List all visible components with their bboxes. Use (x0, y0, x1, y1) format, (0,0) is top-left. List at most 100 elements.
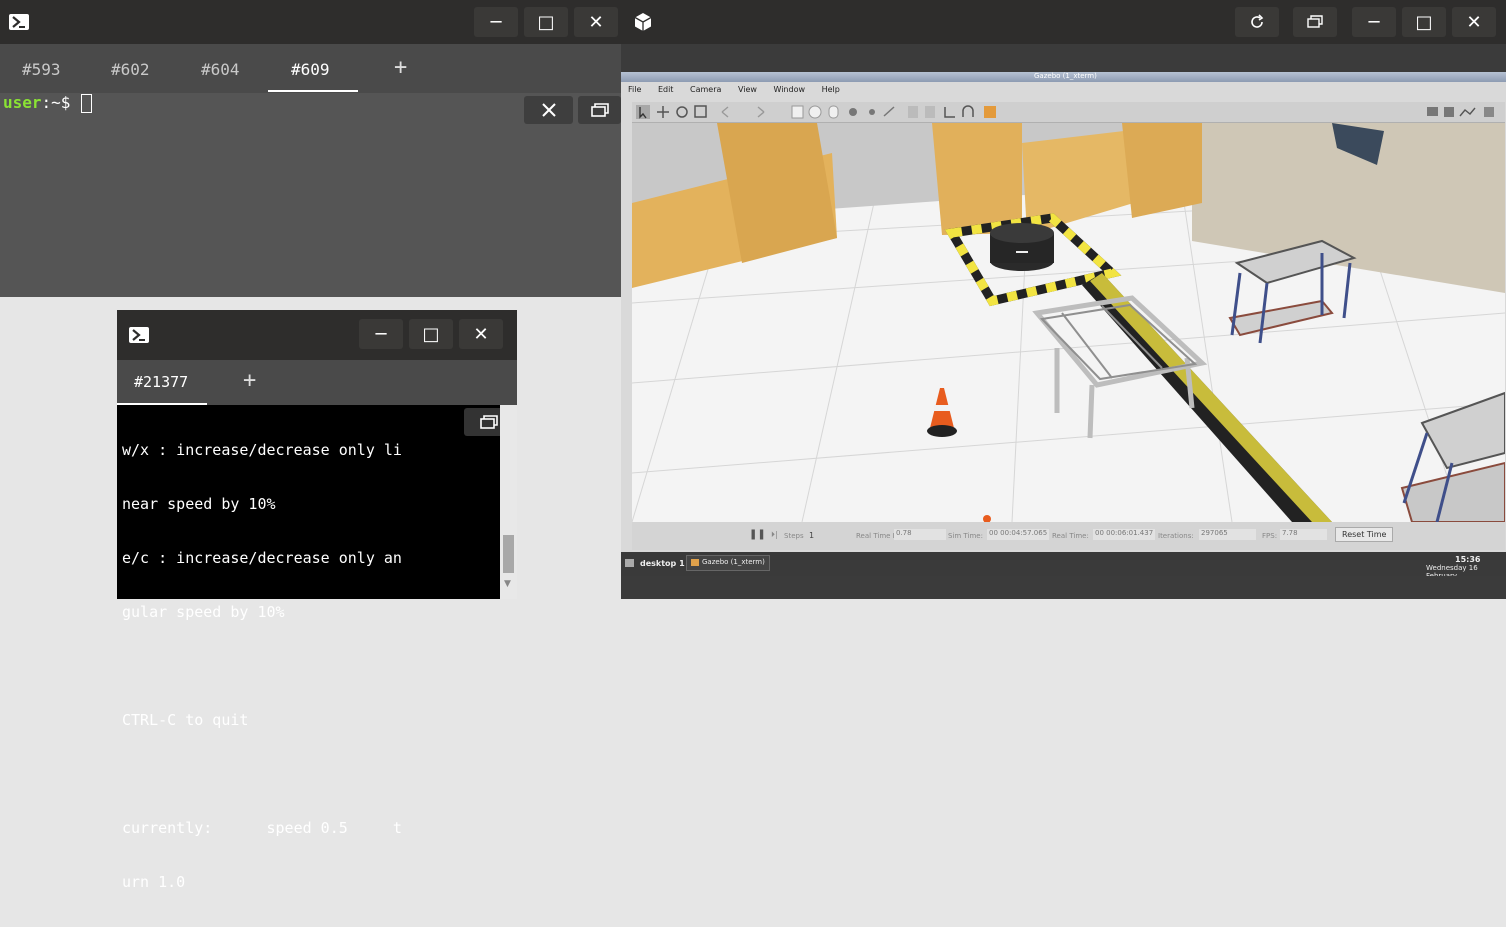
terminal-app-icon (9, 14, 29, 30)
terminal-content[interactable]: w/x : increase/decrease only li near spe… (117, 405, 514, 891)
fps-value: 7.78 (1280, 529, 1327, 540)
scrollbar[interactable]: ▼ (500, 405, 517, 599)
windows-icon (1307, 15, 1323, 28)
gazebo-app-icon (691, 559, 699, 566)
output-line: near speed by 10% (122, 495, 276, 513)
menu-help[interactable]: Help (822, 85, 840, 94)
rtf-value: 0.78 (894, 529, 946, 540)
prompt-path: :~$ (41, 93, 71, 112)
maximize-icon: □ (422, 323, 440, 345)
taskbar-app-label: Gazebo (1_xterm) (702, 558, 765, 566)
output-line: gular speed by 10% (122, 603, 285, 621)
step-icon[interactable]: ⏵| (771, 530, 778, 540)
maximize-button[interactable]: □ (409, 319, 453, 349)
gazebo-outer-titlebar[interactable]: ─ □ ✕ (621, 0, 1506, 44)
3d-viewport[interactable] (632, 123, 1505, 522)
fps-label: FPS: (1262, 532, 1278, 540)
output-line: CTRL-C to quit (122, 711, 249, 729)
windows-icon (480, 415, 498, 429)
tab-21377[interactable]: #21377 (134, 373, 188, 391)
toolbar (632, 102, 1505, 123)
detach-button[interactable] (1293, 7, 1337, 37)
reset-time-button[interactable]: Reset Time (1335, 527, 1394, 542)
gazebo-title: Gazebo (1_xterm) (1034, 72, 1097, 80)
iterations-value: 297065 (1199, 529, 1256, 540)
windows-icon (590, 103, 609, 117)
desktop-background (621, 44, 1506, 72)
reload-button[interactable] (1235, 7, 1279, 37)
close-tab-button[interactable] (524, 96, 573, 124)
terminal-app-icon (129, 327, 149, 343)
minimize-button[interactable]: ─ (474, 7, 518, 37)
tab-609[interactable]: #609 (291, 60, 330, 79)
close-icon: ✕ (473, 323, 489, 345)
menu-file[interactable]: File (628, 85, 641, 94)
minimize-button[interactable]: ─ (1352, 7, 1396, 37)
terminal-window-main: ─ □ ✕ #593 #602 #604 #609 + user:~$ (0, 0, 621, 297)
minimize-icon: ─ (490, 11, 502, 33)
active-tab-indicator (268, 90, 358, 92)
terminal-cursor (81, 94, 92, 113)
scrollbar-thumb[interactable] (503, 535, 514, 573)
teleop-output: w/x : increase/decrease only li near spe… (122, 405, 402, 927)
gazebo-window: ─ □ ✕ Gazebo (1_xterm) File Edit Camera … (621, 0, 1506, 599)
minimize-button[interactable]: ─ (359, 319, 403, 349)
menu-edit[interactable]: Edit (658, 85, 674, 94)
new-tab-button[interactable]: + (243, 368, 256, 393)
output-line: urn 1.0 (122, 873, 186, 891)
maximize-button[interactable]: □ (524, 7, 568, 37)
steps-value[interactable]: 1 (809, 531, 814, 540)
minimize-icon: ─ (1368, 11, 1380, 33)
sim-time-label: Sim Time: (948, 532, 983, 540)
output-line: e/c : increase/decrease only an (122, 549, 402, 567)
gazebo-titlebar[interactable]: Gazebo (1_xterm) (621, 72, 1506, 82)
maximize-button[interactable]: □ (1402, 7, 1446, 37)
iterations-label: Iterations: (1158, 532, 1194, 540)
close-icon: ✕ (588, 11, 604, 33)
scene-render (632, 123, 1505, 522)
terminal-titlebar[interactable]: ─ □ ✕ (117, 310, 517, 360)
desktop-icon (625, 559, 634, 567)
maximize-icon: □ (537, 11, 555, 33)
tab-604[interactable]: #604 (201, 60, 240, 79)
menu-camera[interactable]: Camera (690, 85, 721, 94)
menu-window[interactable]: Window (773, 85, 805, 94)
sim-statusbar: ❚❚ ⏵| Steps 1 Real Time Factor: 0.78 Sim… (632, 522, 1505, 550)
reload-icon (1251, 14, 1264, 28)
sim-time-value: 00 00:04:57.065 (987, 529, 1049, 540)
menu-view[interactable]: View (738, 85, 757, 94)
terminal-content[interactable]: user:~$ (0, 93, 621, 297)
close-button[interactable]: ✕ (574, 7, 618, 37)
real-time-value: 00 00:06:01.437 (1093, 529, 1155, 540)
tab-602[interactable]: #602 (111, 60, 150, 79)
taskbar-app-button[interactable]: Gazebo (1_xterm) (686, 555, 770, 571)
tab-bar: #593 #602 #604 #609 + (0, 44, 621, 93)
vnc-taskbar: desktop 1 Gazebo (1_xterm) 15:36 Wednesd… (621, 552, 1506, 580)
gazebo-app: Gazebo (1_xterm) File Edit Camera View W… (621, 72, 1506, 552)
cube-icon (633, 12, 653, 36)
output-line: w/x : increase/decrease only li (122, 441, 402, 459)
terminal-window-teleop: ─ □ ✕ #21377 + w/x : increase/decrease o… (117, 310, 517, 891)
maximize-icon: □ (1415, 11, 1433, 33)
prompt-user: user (3, 93, 42, 112)
desktop-background-bottom (621, 576, 1506, 599)
tab-593[interactable]: #593 (22, 60, 61, 79)
clock-time: 15:36 (1455, 555, 1481, 564)
steps-label: Steps (784, 532, 804, 540)
pause-icon[interactable]: ❚❚ (749, 529, 766, 540)
close-icon (541, 103, 556, 117)
real-time-label: Real Time: (1052, 532, 1089, 540)
desktop-label[interactable]: desktop 1 (640, 559, 685, 568)
close-button[interactable]: ✕ (1452, 7, 1496, 37)
terminal-titlebar[interactable]: ─ □ ✕ (0, 0, 621, 44)
close-button[interactable]: ✕ (459, 319, 503, 349)
detach-tab-button[interactable] (578, 96, 621, 124)
scroll-down-icon[interactable]: ▼ (504, 579, 511, 589)
tab-bar: #21377 + (117, 360, 517, 405)
close-icon: ✕ (1466, 11, 1482, 33)
new-tab-button[interactable]: + (394, 55, 407, 80)
output-line: currently: speed 0.5 t (122, 819, 402, 837)
toolbar-icons (636, 105, 1494, 119)
